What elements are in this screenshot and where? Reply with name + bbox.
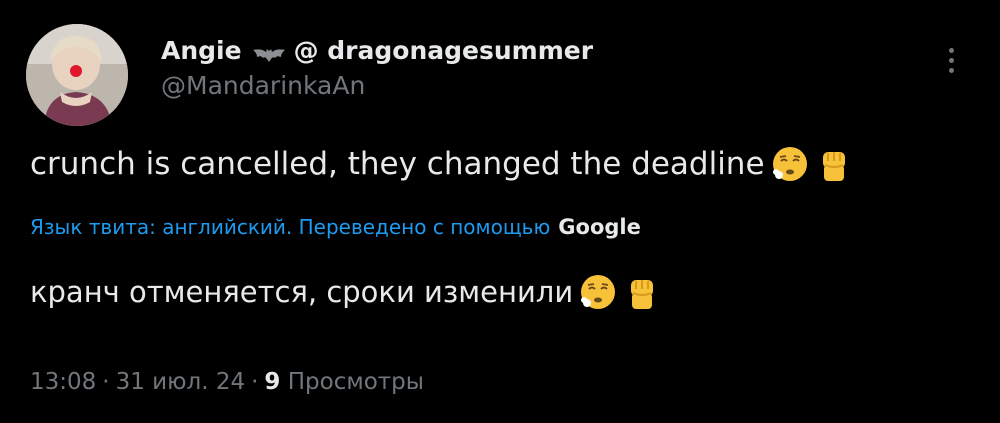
display-name-part2: @ dragonagesummer	[293, 36, 594, 65]
tweet-text-content: crunch is cancelled, they changed the de…	[30, 146, 765, 182]
tweet-time[interactable]: 13:08	[30, 369, 96, 395]
avatar-image	[26, 24, 128, 126]
tweet-meta: 13:08 · 31 июл. 24 · 9 Просмотры	[30, 367, 424, 397]
avatar[interactable]	[26, 24, 128, 126]
translation-notice[interactable]: Язык твита: английский. Переведено с пом…	[30, 214, 641, 240]
tweet-text: crunch is cancelled, they changed the de…	[30, 143, 853, 185]
raised-fist-emoji	[815, 145, 853, 183]
translated-tweet-text: кранч отменяется, сроки изменили	[30, 272, 661, 312]
author-display-name[interactable]: Angie @ dragonagesummer	[161, 36, 593, 66]
views-count: 9	[264, 369, 281, 395]
meta-separator: ·	[102, 369, 110, 395]
more-dot-icon	[948, 57, 954, 63]
tweet-header: Angie @ dragonagesummer @MandarinkaAn	[161, 36, 593, 101]
google-logo: Google	[558, 215, 641, 239]
tweet-date[interactable]: 31 июл. 24	[116, 369, 245, 395]
exhausted-face-emoji	[579, 273, 617, 311]
more-dot-icon	[948, 67, 954, 73]
raised-fist-emoji	[623, 273, 661, 311]
display-name-part1: Angie	[161, 36, 242, 65]
views-label[interactable]: Просмотры	[288, 369, 424, 395]
translation-notice-text: Язык твита: английский. Переведено с пом…	[30, 215, 551, 239]
more-options-button[interactable]	[936, 40, 966, 80]
translated-text-content: кранч отменяется, сроки изменили	[30, 275, 574, 309]
author-handle[interactable]: @MandarinkaAn	[161, 71, 593, 101]
meta-separator: ·	[251, 369, 259, 395]
more-dot-icon	[948, 47, 954, 53]
bat-icon	[252, 42, 286, 62]
exhausted-face-emoji	[771, 145, 809, 183]
